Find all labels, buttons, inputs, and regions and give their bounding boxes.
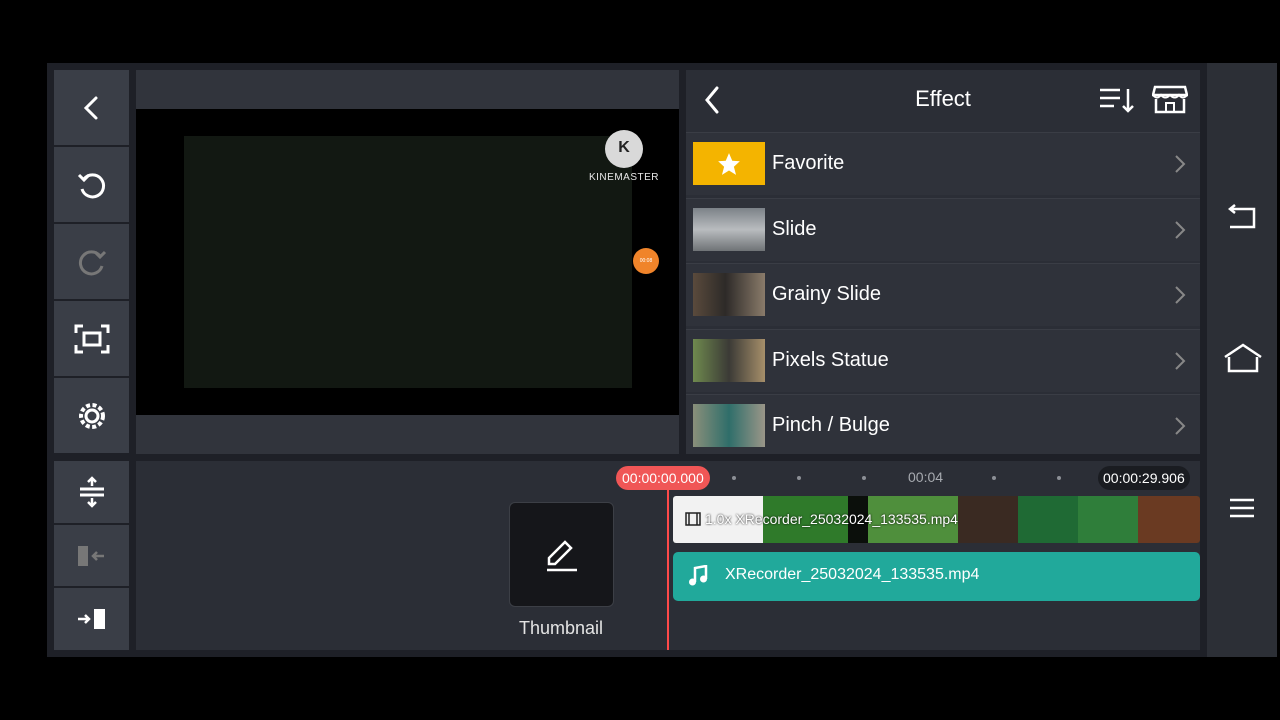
store-icon: [1151, 85, 1189, 114]
effect-list: Favorite Slide Grainy Slide Pixels Statu…: [686, 132, 1200, 454]
back-button[interactable]: [54, 70, 129, 145]
clip-frame: [1138, 496, 1200, 543]
orange-dot: 00:08: [633, 248, 659, 274]
sort-button[interactable]: [1098, 86, 1136, 119]
settings-button[interactable]: [54, 378, 129, 453]
logo-letter: K: [618, 139, 630, 156]
effect-item-pinch-bulge[interactable]: Pinch / Bulge: [686, 394, 1200, 454]
settings-icon: [78, 402, 105, 429]
clip-frame: [1078, 496, 1138, 543]
jump-to-end-button[interactable]: [54, 588, 129, 650]
system-back-icon: [1227, 204, 1256, 229]
slide-thumb: [693, 207, 765, 251]
video-clip-label: 1.0x XRecorder_25032024_133535.mp4: [705, 511, 958, 527]
effect-item-grainy-slide[interactable]: Grainy Slide: [686, 263, 1200, 326]
ruler-dot: [992, 476, 996, 480]
current-time: 00:00:00.000: [616, 466, 710, 490]
pixels-statue-thumb: [693, 338, 765, 382]
chevron-right-icon: [1175, 155, 1186, 173]
undo-icon: [77, 172, 105, 198]
expand-timeline-button[interactable]: [54, 461, 129, 523]
timeline[interactable]: Thumbnail 00:04 1.0x XRecorder_25032024_…: [136, 461, 1200, 650]
clip-frame: [958, 496, 1018, 543]
effect-item-pixels-statue[interactable]: Pixels Statue: [686, 328, 1200, 392]
fullscreen-button[interactable]: [54, 301, 129, 376]
favorite-thumb: [693, 142, 765, 185]
effect-item-label: Pinch / Bulge: [772, 414, 890, 436]
chevron-right-icon: [1175, 417, 1186, 435]
edit-pen-icon: [547, 540, 577, 572]
audio-clip-label: XRecorder_25032024_133535.mp4: [725, 566, 980, 583]
dot-text: 00:08: [639, 258, 653, 264]
pinch-bulge-thumb: [693, 404, 765, 447]
music-note-icon: [689, 565, 708, 586]
thumbnail-label: Thumbnail: [518, 618, 604, 638]
ruler-dot: [1057, 476, 1061, 480]
effect-item-favorite[interactable]: Favorite: [686, 132, 1200, 195]
sort-icon: [1100, 88, 1134, 113]
effect-item-label: Favorite: [772, 152, 845, 174]
system-home-icon: [1224, 343, 1262, 373]
effect-header: Effect: [686, 70, 1200, 130]
jump-to-end-icon: [77, 609, 105, 629]
ruler-marker: 00:04: [908, 469, 944, 485]
kinemaster-watermark: K KINEMASTER: [588, 130, 660, 183]
film-icon: [685, 512, 701, 526]
fullscreen-icon: [74, 324, 109, 353]
effect-item-label: Slide: [772, 217, 817, 240]
jump-to-start-icon: [77, 545, 104, 566]
ruler-dot: [862, 476, 866, 480]
system-nav-bar: [1207, 63, 1277, 657]
effect-panel: Effect Favorite Slide Grainy Slide Pixel…: [686, 70, 1200, 454]
chevron-right-icon: [1175, 286, 1186, 304]
redo-button[interactable]: [54, 224, 129, 299]
ruler-dot: [732, 476, 736, 480]
video-frame: [184, 136, 632, 388]
audio-clip[interactable]: XRecorder_25032024_133535.mp4: [673, 552, 1200, 601]
playhead[interactable]: [667, 477, 669, 650]
redo-icon: [78, 249, 106, 275]
grainy-slide-thumb: [693, 273, 765, 316]
thumbnail-button[interactable]: [509, 502, 614, 607]
effect-item-slide[interactable]: Slide: [686, 197, 1200, 261]
clip-frame: [1018, 496, 1078, 543]
chevron-right-icon: [1175, 220, 1186, 239]
jump-to-start-button[interactable]: [54, 525, 129, 586]
ruler-dot: [797, 476, 801, 480]
preview-area[interactable]: K KINEMASTER 00:08: [136, 70, 679, 454]
system-menu-icon: [1230, 498, 1254, 518]
kinemaster-logo-icon: K: [605, 130, 643, 168]
chevron-right-icon: [1175, 351, 1186, 370]
asset-store-button[interactable]: [1151, 83, 1189, 120]
system-menu-button[interactable]: [1228, 496, 1256, 525]
expand-timeline-icon: [79, 476, 104, 508]
kinemaster-editor: K KINEMASTER 00:08 Effect Favorite Slide…: [47, 63, 1277, 657]
video-clip[interactable]: 1.0x XRecorder_25032024_133535.mp4: [673, 496, 1200, 543]
back-icon: [83, 96, 97, 119]
system-home-button[interactable]: [1223, 343, 1263, 380]
effect-item-label: Pixels Statue: [772, 348, 889, 371]
effect-item-label: Grainy Slide: [772, 283, 881, 305]
undo-button[interactable]: [54, 147, 129, 222]
system-back-button[interactable]: [1226, 203, 1258, 236]
watermark-text: KINEMASTER: [588, 172, 659, 183]
preview-canvas: K KINEMASTER 00:08: [136, 109, 679, 415]
star-icon: [718, 152, 740, 175]
end-time: 00:00:29.906: [1098, 466, 1190, 490]
